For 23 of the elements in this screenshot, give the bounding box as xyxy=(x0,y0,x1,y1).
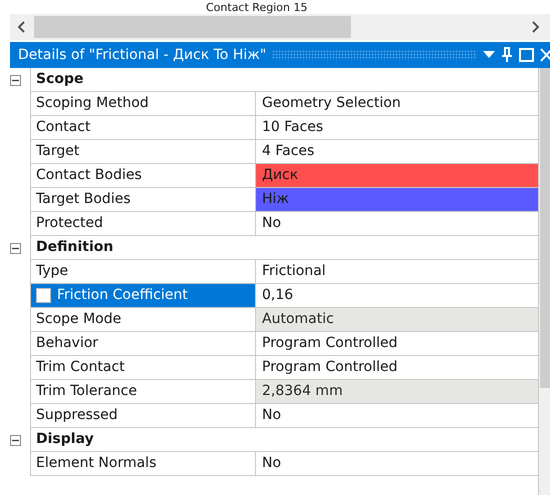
value-cell[interactable]: Ніж xyxy=(256,188,538,211)
chevron-right-icon xyxy=(531,21,539,33)
collapse-toggle[interactable] xyxy=(10,74,20,86)
value-cell[interactable]: Диск xyxy=(256,164,538,187)
maximize-icon[interactable] xyxy=(519,48,534,62)
scrollbar-thumb[interactable] xyxy=(34,16,351,38)
pin-icon[interactable] xyxy=(501,47,513,63)
collapse-toggle[interactable] xyxy=(10,434,20,446)
section-header: Definition xyxy=(36,238,114,257)
collapse-toggle[interactable] xyxy=(10,242,20,254)
dropdown-icon[interactable] xyxy=(483,51,495,59)
close-icon[interactable] xyxy=(540,48,550,62)
section-header: Scope xyxy=(36,70,84,89)
panel-title: Details of "Frictional - Диск To Ніж" xyxy=(18,46,266,64)
section-header: Display xyxy=(36,430,94,449)
vertical-scrollbar-thumb[interactable] xyxy=(540,68,550,388)
title-bar-gripper[interactable] xyxy=(272,50,477,60)
parameter-checkbox[interactable] xyxy=(36,288,51,303)
property-cell[interactable]: Friction Coefficient xyxy=(31,284,256,307)
value-cell[interactable]: Automatic xyxy=(256,308,538,331)
value-cell[interactable]: 2,8364 mm xyxy=(256,380,538,403)
tree-item-label[interactable]: Contact Region 15 xyxy=(206,1,308,14)
chevron-left-icon xyxy=(18,21,26,33)
